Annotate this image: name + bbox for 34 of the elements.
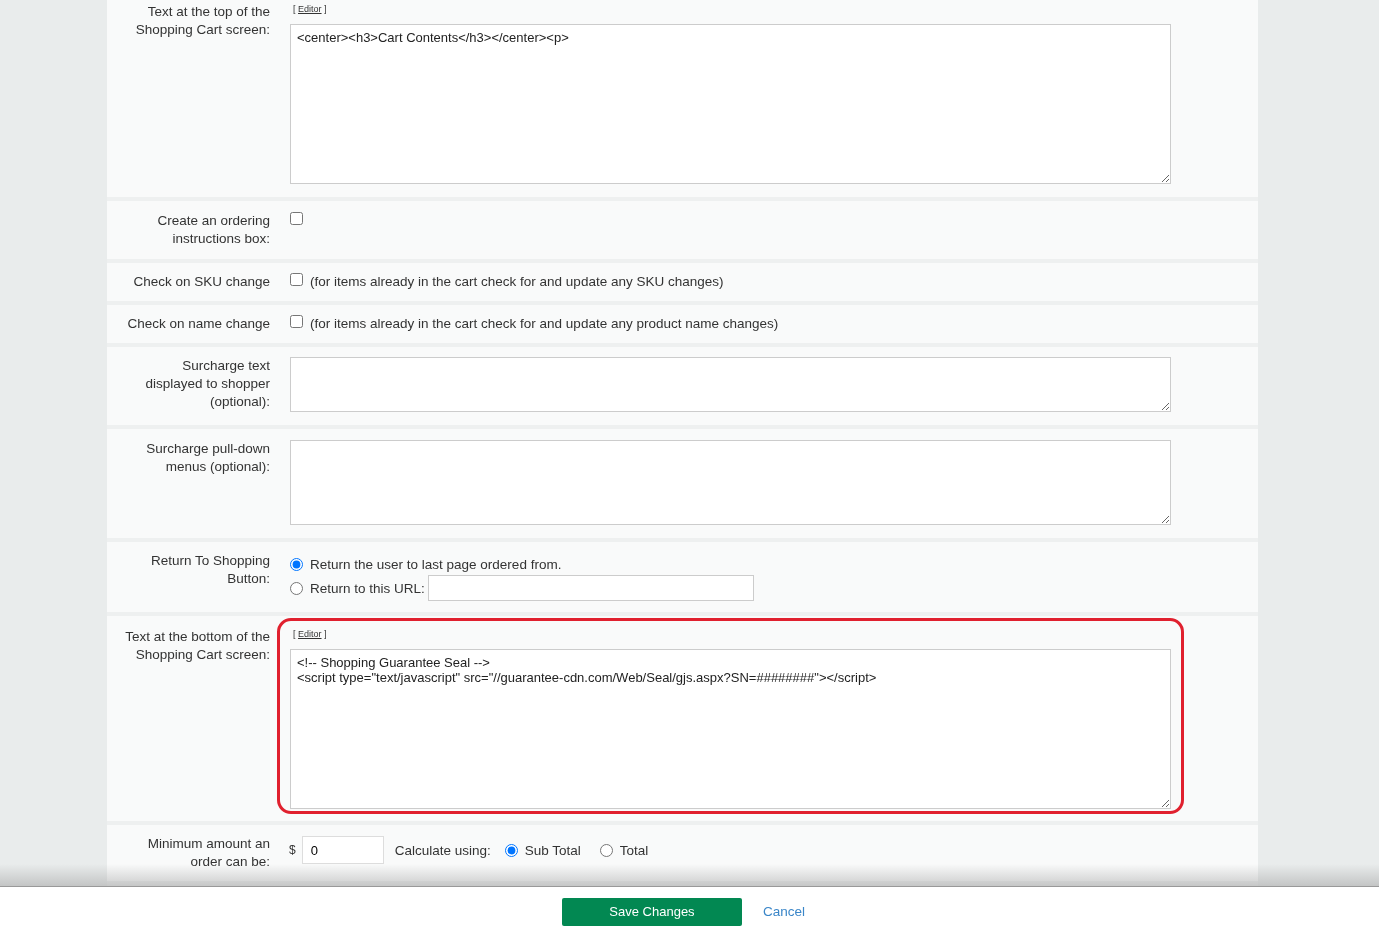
radio-button[interactable] bbox=[599, 843, 613, 857]
text-area[interactable]: <center><h3>Cart Contents</h3></center><p> bbox=[290, 24, 1171, 184]
calculate-label: Calculate using: bbox=[394, 842, 491, 858]
field-label: Minimum amount an order can be: bbox=[146, 835, 270, 871]
field-label: Surcharge pull-down menus (optional): bbox=[145, 440, 270, 476]
amount-field[interactable]: 0 bbox=[301, 836, 384, 864]
radio-label: Sub Total bbox=[524, 842, 581, 858]
field-label: Return To Shopping Button: bbox=[149, 552, 270, 588]
editor-label: [ Editor ] bbox=[293, 3, 327, 15]
checkbox[interactable] bbox=[290, 273, 303, 286]
editor-link[interactable]: Editor bbox=[298, 4, 322, 14]
cancel-link[interactable]: Cancel bbox=[763, 904, 805, 919]
field-label: Create an ordering instructions box: bbox=[156, 212, 270, 248]
radio-label: Return the user to last page ordered from. bbox=[310, 556, 562, 572]
field-label: Text at the top of the Shopping Cart screen: bbox=[134, 3, 270, 39]
field-label: Check on SKU change bbox=[132, 273, 270, 291]
field-label: Surcharge text displayed to shopper (optional): bbox=[144, 357, 270, 411]
field-label: Check on name change bbox=[126, 315, 270, 333]
checkbox[interactable] bbox=[290, 315, 303, 328]
text-area[interactable]: <!-- Shopping Guarantee Seal --> <script type="text/javascript" src="//guarantee-cdn.com/Web/Seal/gjs.aspx?SN=########"></script> bbox=[290, 649, 1171, 809]
radio-label: Return to this URL: bbox=[310, 580, 425, 596]
save-button[interactable]: Save Changes bbox=[562, 897, 742, 926]
editor-link[interactable]: Editor bbox=[298, 629, 322, 639]
editor-label: [ Editor ] bbox=[293, 628, 327, 640]
checkbox-note: (for items already in the cart check for and update any product name changes) bbox=[310, 316, 779, 331]
currency-symbol: $ bbox=[289, 843, 296, 857]
radio-button[interactable] bbox=[290, 581, 303, 595]
field-label: Text at the bottom of the Shopping Cart screen: bbox=[124, 628, 270, 664]
radio-button[interactable] bbox=[290, 557, 303, 571]
checkbox[interactable] bbox=[290, 212, 303, 225]
radio-label: Total bbox=[619, 842, 649, 858]
checkbox-note: (for items already in the cart check for and update any SKU changes) bbox=[310, 274, 724, 289]
url-field[interactable] bbox=[427, 575, 754, 601]
radio-button[interactable] bbox=[504, 843, 518, 857]
